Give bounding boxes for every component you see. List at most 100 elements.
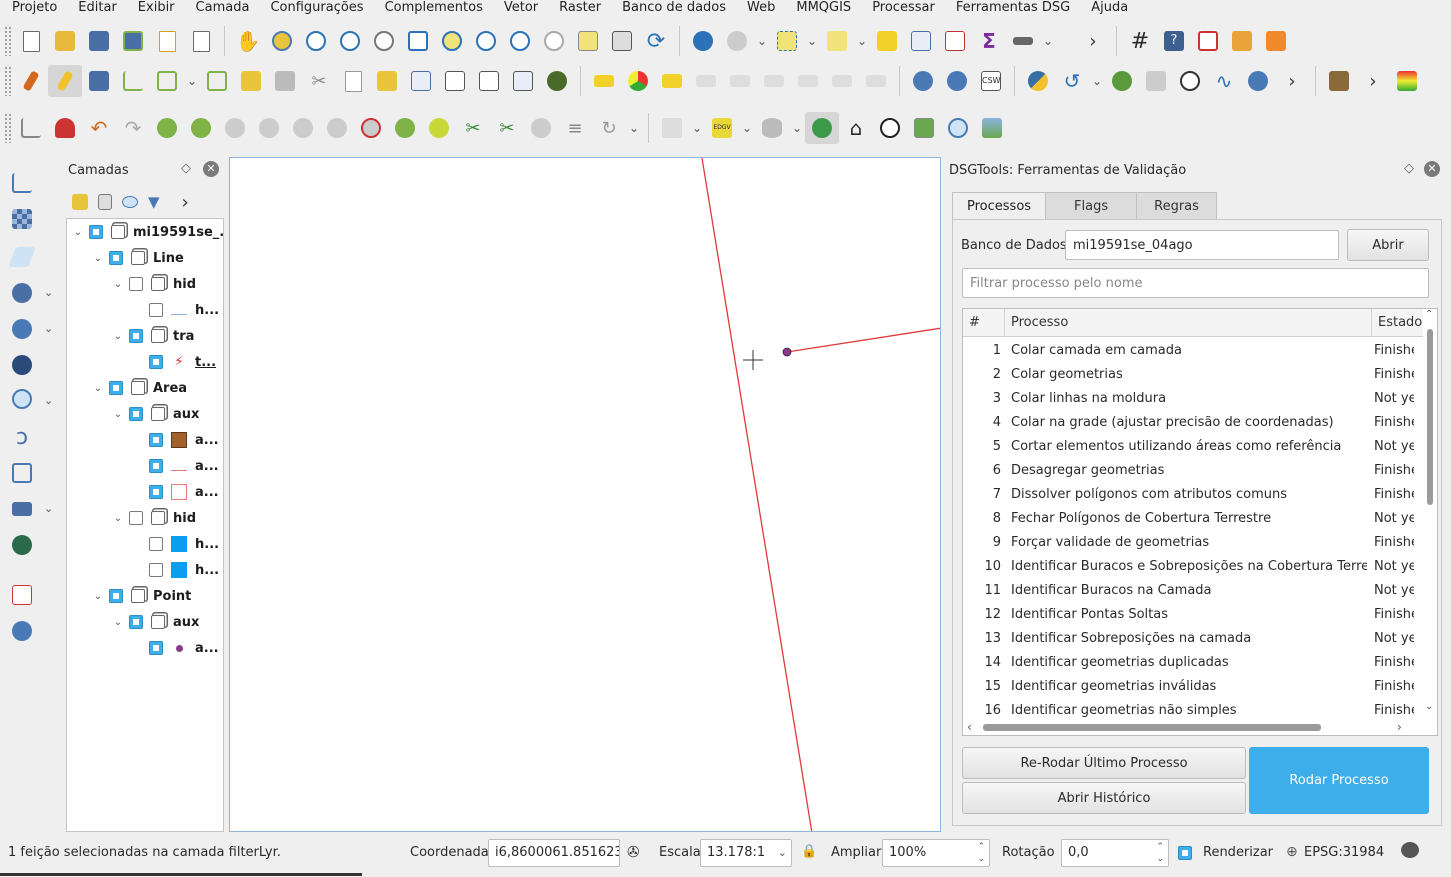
field-calculator-button[interactable] <box>938 25 972 57</box>
reshape-button[interactable] <box>320 112 354 144</box>
spin-arrows-icon[interactable]: ⌃ ⌄ <box>1156 841 1164 865</box>
delete-ring-button[interactable] <box>252 112 286 144</box>
zoom-full-button[interactable] <box>401 25 435 57</box>
add-wms-layer-button[interactable] <box>6 314 38 344</box>
label-props-button[interactable] <box>859 65 893 97</box>
crosshair-button[interactable] <box>1173 65 1207 97</box>
add-mesh-button[interactable] <box>6 458 38 488</box>
zoom-next-button[interactable] <box>537 25 571 57</box>
add-virtual-layer-button[interactable] <box>6 384 38 414</box>
table-vertical-scrollbar[interactable]: ⌃ ⌄ <box>1423 309 1437 721</box>
offset-curve-button[interactable] <box>354 112 388 144</box>
show-bookmarks-button[interactable] <box>605 25 639 57</box>
rerun-last-process-button[interactable]: Re-Rodar Último Processo <box>962 747 1246 779</box>
messages-icon[interactable] <box>1401 842 1419 858</box>
zoom-last-button[interactable] <box>503 25 537 57</box>
chevron-down-icon[interactable]: ⌄ <box>44 322 53 335</box>
close-icon[interactable]: ✕ <box>1424 161 1440 177</box>
rotate-feature-button[interactable]: ↻ <box>592 112 626 144</box>
database-button[interactable] <box>755 112 789 144</box>
edgv-button[interactable]: EDGV <box>705 112 739 144</box>
new-project-button[interactable] <box>14 25 48 57</box>
point-feature[interactable] <box>782 347 792 357</box>
plugin-4-button[interactable] <box>1259 25 1293 57</box>
layer-visibility-checkbox[interactable] <box>149 355 163 369</box>
add-postgis-button[interactable] <box>6 278 38 308</box>
rotate-dropdown[interactable]: ⌄ <box>626 112 642 144</box>
digitize-tool-2-button[interactable] <box>438 65 472 97</box>
table-row[interactable]: 5 Cortar elementos utilizando áreas como … <box>963 435 1415 459</box>
add-xyz-button[interactable] <box>6 530 38 560</box>
topology-button[interactable] <box>1191 25 1225 57</box>
table-row[interactable]: 15 Identificar geometrias inválidas Finish… <box>963 675 1415 699</box>
layer-visibility-checkbox[interactable] <box>129 407 143 421</box>
layer-item-active[interactable]: ⚡ t... <box>131 351 216 373</box>
menu-ferramentas-dsg[interactable]: Ferramentas DSG <box>944 1 1079 15</box>
menu-complementos[interactable]: Complementos <box>373 1 492 15</box>
menu-projeto[interactable]: Projeto <box>0 1 66 15</box>
eye-icon[interactable] <box>122 196 138 208</box>
layer-visibility-checkbox[interactable] <box>129 277 143 291</box>
menu-configuracoes[interactable]: Configurações <box>258 1 372 15</box>
merge-attributes-button[interactable] <box>524 112 558 144</box>
table-row[interactable]: 6 Desagregar geometrias Finished <box>963 459 1415 483</box>
table-row[interactable]: 2 Colar geometrias Finished <box>963 363 1415 387</box>
menu-processar[interactable]: Processar <box>860 1 944 15</box>
chevron-down-icon[interactable]: ⌄ <box>44 394 53 407</box>
zoom-to-selection-button[interactable] <box>435 25 469 57</box>
database-field[interactable] <box>1065 230 1339 260</box>
scroll-left-icon[interactable]: ‹ <box>967 719 972 735</box>
tab-flags[interactable]: Flags <box>1045 192 1138 220</box>
toolbar-overflow-2-button[interactable]: › <box>1275 65 1309 97</box>
selected-line-feature[interactable] <box>701 158 813 832</box>
paste-features-button[interactable] <box>370 65 404 97</box>
table-row[interactable]: 11 Identificar Buracos na Camada Not yet r… <box>963 579 1415 603</box>
process-filter-input[interactable] <box>962 268 1429 298</box>
table-row[interactable]: 10 Identificar Buracos e Sobreposições na… <box>963 555 1415 579</box>
action-dropdown[interactable]: ⌄ <box>754 25 770 57</box>
layer-visibility-checkbox[interactable] <box>129 511 143 525</box>
save-project-button[interactable] <box>82 25 116 57</box>
save-edits-button[interactable] <box>82 65 116 97</box>
layer-group-line[interactable]: ⌄ Line <box>91 247 184 269</box>
add-delimited-text-button[interactable] <box>6 242 38 272</box>
add-part-button[interactable] <box>184 112 218 144</box>
layout-manager-button[interactable] <box>184 25 218 57</box>
table-row[interactable]: 3 Colar linhas na moldura Not yet run <box>963 387 1415 411</box>
plugin-reload-button[interactable]: ↺ <box>1055 65 1089 97</box>
zoom-out-button[interactable] <box>333 25 367 57</box>
float-panel-icon[interactable]: ◇ <box>1404 161 1414 176</box>
angle-tool-button[interactable] <box>14 112 48 144</box>
spin-arrows-icon[interactable]: ⌃ ⌄ <box>977 841 985 865</box>
layer-group-hid-area[interactable]: ⌄ hid <box>111 507 196 529</box>
layer-visibility-checkbox[interactable] <box>149 485 163 499</box>
style-manager-icon[interactable] <box>72 194 88 210</box>
digitize-ruler-button[interactable] <box>6 580 38 610</box>
scale-combobox[interactable]: 13.178:1 ⌄ <box>700 839 792 867</box>
scroll-right-icon[interactable]: › <box>1397 719 1402 735</box>
crs-globe-icon[interactable]: ⊕ <box>1286 844 1298 860</box>
menu-ajuda[interactable]: Ajuda <box>1079 1 1137 15</box>
table-row[interactable]: 1 Colar camada em camada Finished <box>963 339 1415 363</box>
layer-item[interactable]: a... <box>131 637 219 659</box>
chevron-down-icon[interactable]: ⌄ <box>44 286 53 299</box>
split-parts-button[interactable]: ✂ <box>490 112 524 144</box>
chevron-down-icon[interactable]: ⌄ <box>44 502 53 515</box>
table-row[interactable]: 8 Fechar Polígonos de Cobertura Terrestre… <box>963 507 1415 531</box>
new-print-layout-button[interactable] <box>150 25 184 57</box>
layer-visibility-checkbox[interactable] <box>149 433 163 447</box>
magnifier-spinbox[interactable]: 100% ⌃ ⌄ <box>882 839 990 867</box>
copy-features-button[interactable] <box>336 65 370 97</box>
table-row[interactable]: 13 Identificar Sobreposições na camada Not… <box>963 627 1415 651</box>
simplify-button[interactable] <box>388 112 422 144</box>
toolbar-handle[interactable] <box>4 113 12 143</box>
cloud-upload-button[interactable] <box>805 112 839 144</box>
deselect-button[interactable] <box>870 25 904 57</box>
filter-icon[interactable]: ▼ <box>148 193 160 211</box>
diagram-button[interactable] <box>621 65 655 97</box>
table-row[interactable]: 4 Colar na grade (ajustar precisão de coo… <box>963 411 1415 435</box>
toolbar-handle[interactable] <box>4 66 12 96</box>
magnet-button[interactable] <box>48 112 82 144</box>
layer-group-area[interactable]: ⌄ Area <box>91 377 187 399</box>
layer-group-aux-point[interactable]: ⌄ aux <box>111 611 200 633</box>
